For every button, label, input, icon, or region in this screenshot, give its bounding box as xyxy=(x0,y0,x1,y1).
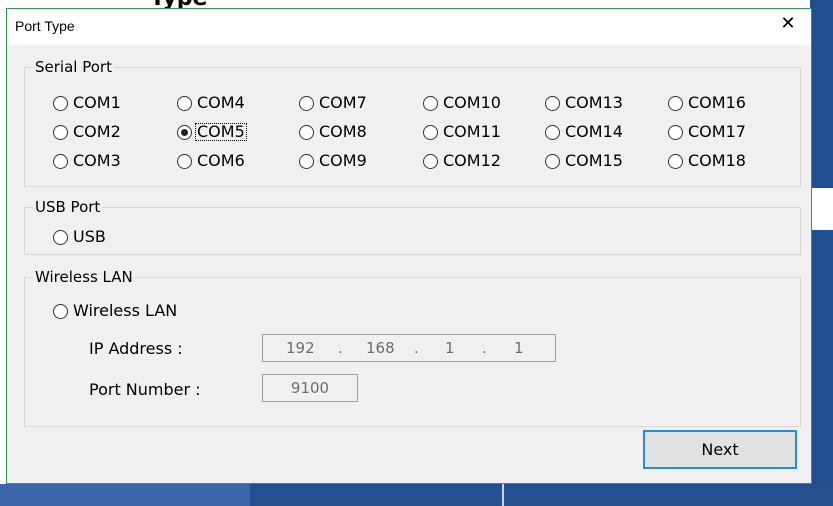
ip-octet-1: 192 xyxy=(286,339,315,357)
radio-com3-circle[interactable] xyxy=(53,153,68,169)
radio-com3-label: COM3 xyxy=(73,151,121,170)
radio-com6[interactable]: COM6 xyxy=(177,151,247,171)
radio-com15-label: COM15 xyxy=(565,151,623,170)
radio-com16-label: COM16 xyxy=(688,93,746,112)
ip-octet-4: 1 xyxy=(514,339,524,357)
radio-com14-label: COM14 xyxy=(565,122,623,141)
radio-com4[interactable]: COM4 xyxy=(177,93,247,113)
port-number-label: Port Number : xyxy=(89,380,201,399)
wireless-lan-legend: Wireless LAN xyxy=(33,268,135,286)
radio-com2-label: COM2 xyxy=(73,122,121,141)
radio-com5-circle[interactable] xyxy=(177,124,192,140)
ip-separator-1: . xyxy=(338,339,343,357)
radio-usb[interactable]: USB xyxy=(53,227,108,247)
radio-com2-circle[interactable] xyxy=(53,124,68,140)
radio-com13[interactable]: COM13 xyxy=(545,93,625,113)
radio-com8-label: COM8 xyxy=(319,122,367,141)
radio-com10-label: COM10 xyxy=(443,93,501,112)
radio-com18-circle[interactable] xyxy=(668,153,683,169)
radio-com1-circle[interactable] xyxy=(53,95,68,111)
radio-com17[interactable]: COM17 xyxy=(668,122,748,142)
radio-com11-label: COM11 xyxy=(443,122,501,141)
radio-com1-label: COM1 xyxy=(73,93,121,112)
ip-separator-2: . xyxy=(414,339,419,357)
radio-com8[interactable]: COM8 xyxy=(299,122,369,142)
ip-octet-3: 1 xyxy=(445,339,455,357)
close-icon[interactable]: ✕ xyxy=(765,9,811,39)
radio-com12-label: COM12 xyxy=(443,151,501,170)
dialog-title: Port Type xyxy=(15,18,75,34)
usb-port-legend: USB Port xyxy=(33,198,103,216)
radio-com17-circle[interactable] xyxy=(668,124,683,140)
radio-wireless-lan-label: Wireless LAN xyxy=(73,301,178,320)
ip-separator-3: . xyxy=(482,339,487,357)
background-divider xyxy=(502,484,504,506)
radio-com10[interactable]: COM10 xyxy=(423,93,503,113)
background-window-strip xyxy=(810,188,833,230)
radio-com12-circle[interactable] xyxy=(423,153,438,169)
next-button[interactable]: Next xyxy=(643,430,797,469)
port-type-dialog: Port Type ✕ Serial Port COM1 COM4 COM7 COM1… xyxy=(6,8,812,484)
background-desktop-right xyxy=(810,0,833,506)
radio-com9[interactable]: COM9 xyxy=(299,151,369,171)
ip-address-field[interactable]: 192 . 168 . 1 . 1 xyxy=(262,334,556,362)
port-number-field[interactable]: 9100 xyxy=(262,374,358,402)
ip-octet-2: 168 xyxy=(366,339,395,357)
radio-com9-circle[interactable] xyxy=(299,153,314,169)
radio-com16-circle[interactable] xyxy=(668,95,683,111)
radio-com10-circle[interactable] xyxy=(423,95,438,111)
radio-com15[interactable]: COM15 xyxy=(545,151,625,171)
radio-usb-circle[interactable] xyxy=(53,229,68,245)
radio-com1[interactable]: COM1 xyxy=(53,93,123,113)
radio-com18-label: COM18 xyxy=(688,151,746,170)
radio-com5[interactable]: COM5 xyxy=(177,122,247,142)
radio-com11-circle[interactable] xyxy=(423,124,438,140)
radio-com18[interactable]: COM18 xyxy=(668,151,748,171)
serial-port-legend: Serial Port xyxy=(33,58,114,76)
radio-com7-circle[interactable] xyxy=(299,95,314,111)
radio-com12[interactable]: COM12 xyxy=(423,151,503,171)
usb-port-group: USB Port xyxy=(24,198,801,255)
radio-com16[interactable]: COM16 xyxy=(668,93,748,113)
radio-wireless-lan-circle[interactable] xyxy=(53,303,68,319)
radio-com8-circle[interactable] xyxy=(299,124,314,140)
radio-com6-circle[interactable] xyxy=(177,153,192,169)
radio-com14[interactable]: COM14 xyxy=(545,122,625,142)
radio-com3[interactable]: COM3 xyxy=(53,151,123,171)
radio-com14-circle[interactable] xyxy=(545,124,560,140)
title-bar[interactable]: Port Type ✕ xyxy=(7,9,811,45)
radio-com17-label: COM17 xyxy=(688,122,746,141)
radio-com5-label: COM5 xyxy=(195,122,247,141)
radio-usb-label: USB xyxy=(73,227,106,246)
radio-com13-circle[interactable] xyxy=(545,95,560,111)
radio-com13-label: COM13 xyxy=(565,93,623,112)
ip-address-label: IP Address : xyxy=(89,339,183,358)
radio-com11[interactable]: COM11 xyxy=(423,122,503,142)
radio-com4-circle[interactable] xyxy=(177,95,192,111)
radio-wireless-lan[interactable]: Wireless LAN xyxy=(53,301,179,321)
radio-com4-label: COM4 xyxy=(197,93,245,112)
background-taskbar-left xyxy=(0,484,250,506)
radio-com7-label: COM7 xyxy=(319,93,367,112)
radio-com6-label: COM6 xyxy=(197,151,245,170)
radio-com9-label: COM9 xyxy=(319,151,367,170)
radio-com2[interactable]: COM2 xyxy=(53,122,123,142)
radio-com7[interactable]: COM7 xyxy=(299,93,369,113)
radio-com15-circle[interactable] xyxy=(545,153,560,169)
